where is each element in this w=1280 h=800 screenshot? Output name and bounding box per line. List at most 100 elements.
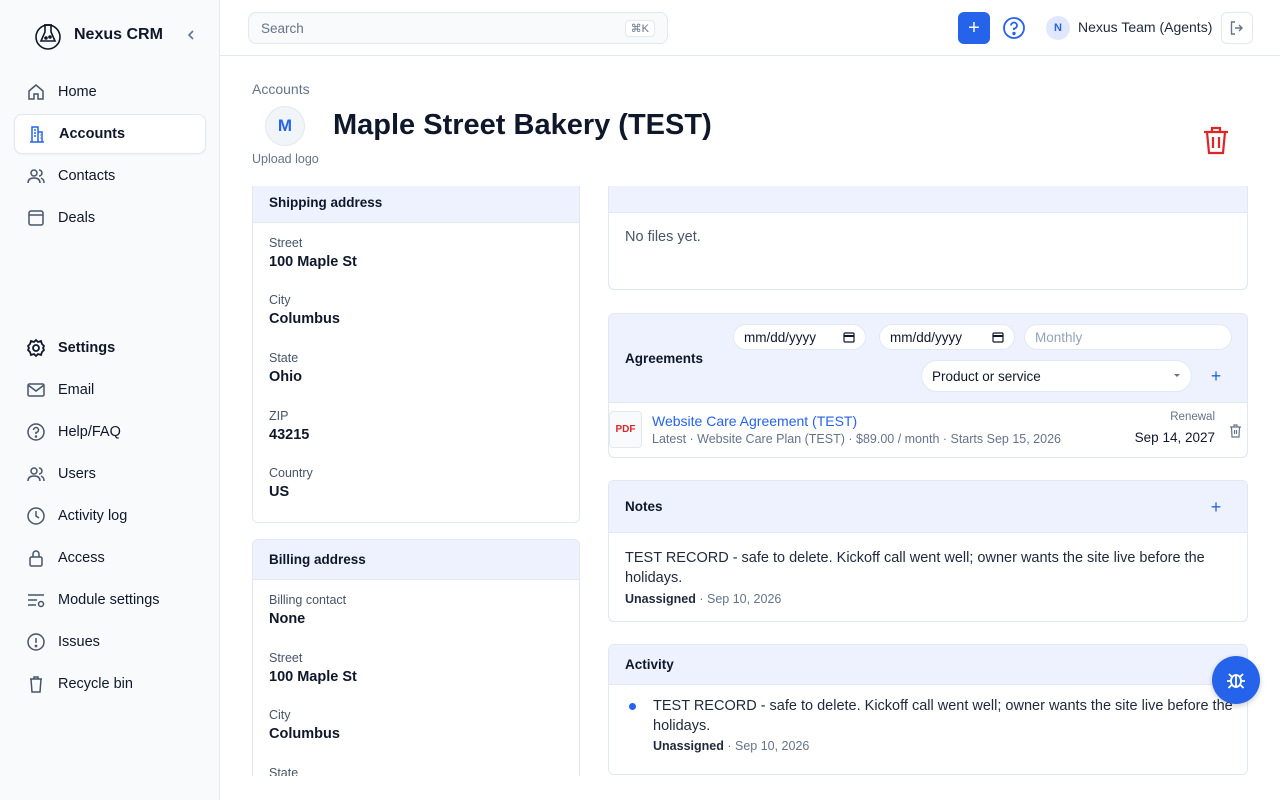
field-label: State (269, 351, 299, 365)
sidebar-item-label: Accounts (59, 126, 126, 142)
logout-button[interactable] (1221, 12, 1253, 44)
note-text: TEST RECORD - safe to delete. Kickoff ca… (625, 550, 1205, 586)
field-value: 100 Maple St (269, 669, 357, 685)
sidebar-item-issues[interactable]: Issues (14, 622, 206, 662)
sidebar-item-module-settings[interactable]: Module settings (14, 580, 206, 620)
search-input[interactable]: Search ⌘K (248, 12, 668, 44)
sidebar-item-label: Home (58, 84, 97, 100)
sidebar-item-label: Access (58, 550, 105, 566)
card-title: Activity (625, 657, 674, 672)
page-title: Maple Street Bakery (TEST) (333, 109, 712, 141)
card-title: Shipping address (269, 195, 383, 210)
card-header: Shipping address (253, 186, 579, 223)
sidebar-item-contacts[interactable]: Contacts (14, 156, 206, 196)
sidebar-item-settings[interactable]: Settings (14, 328, 206, 368)
field-value: Columbus (269, 726, 340, 742)
search-shortcut: ⌘K (624, 19, 655, 37)
user-name[interactable]: Nexus Team (Agents) (1078, 19, 1212, 35)
field-value: Columbus (269, 311, 340, 327)
field-city: City Columbus (269, 708, 340, 742)
deals-icon (26, 208, 46, 228)
report-bug-button[interactable] (1212, 656, 1260, 704)
breadcrumb[interactable]: Accounts (252, 81, 310, 97)
sidebar-item-help[interactable]: Help/FAQ (14, 412, 206, 452)
add-note-button[interactable]: + (1208, 498, 1224, 516)
field-street: Street 100 Maple St (269, 236, 357, 270)
note-author: Unassigned (625, 592, 696, 606)
home-icon (26, 82, 46, 102)
frequency-placeholder: Monthly (1035, 329, 1083, 345)
plus-icon: + (968, 16, 980, 39)
product-select[interactable]: Product or service (921, 360, 1192, 392)
bug-icon (1227, 673, 1245, 689)
sidebar-item-recycle-bin[interactable]: Recycle bin (14, 664, 206, 704)
calendar-icon (843, 332, 855, 343)
sidebar-item-label: Issues (58, 634, 100, 650)
field-state: State (269, 766, 298, 776)
contacts-icon (26, 166, 46, 186)
upload-logo-link[interactable]: Upload logo (252, 152, 319, 166)
card-header: Activity (609, 645, 1247, 685)
main-nav: Home Accounts Contacts Deals (14, 72, 206, 240)
field-value: US (269, 484, 290, 500)
note-date: · Sep 10, 2026 (699, 592, 782, 606)
left-column: Shipping address Street 100 Maple St Cit… (252, 186, 582, 776)
notes-card: Notes + TEST RECORD - safe to delete. Ki… (608, 480, 1248, 622)
activity-dot (629, 703, 636, 710)
search-placeholder: Search (261, 20, 304, 36)
select-value: Product or service (932, 368, 1041, 384)
field-value: None (269, 611, 306, 627)
sidebar-item-accounts[interactable]: Accounts (14, 114, 206, 154)
sidebar-item-deals[interactable]: Deals (14, 198, 206, 238)
date-placeholder: mm/dd/yyyy (744, 329, 817, 345)
delete-agreement-icon[interactable] (1229, 424, 1242, 438)
sidebar-item-activity-log[interactable]: Activity log (14, 496, 206, 536)
field-state: State Ohio (269, 351, 302, 385)
topbar: Search ⌘K + N Nexus Team (Agents) (220, 0, 1280, 56)
start-date-input[interactable]: mm/dd/yyyy (733, 324, 866, 350)
sidebar-item-access[interactable]: Access (14, 538, 206, 578)
right-column: No files yet. Agreements mm/dd/yyyy mm/d… (606, 186, 1252, 780)
agreement-row[interactable]: PDF Website Care Agreement (TEST) Latest… (609, 403, 1247, 457)
delete-account-icon[interactable] (1200, 124, 1232, 156)
frequency-input[interactable]: Monthly (1024, 324, 1232, 350)
flask-logo-icon (35, 24, 61, 50)
help-icon (26, 422, 46, 442)
card-header (609, 186, 1247, 213)
add-agreement-button[interactable]: + (1208, 367, 1224, 385)
card-title: Notes (625, 499, 663, 514)
gear-icon (26, 338, 46, 358)
chevron-down-icon (1174, 374, 1180, 377)
clock-icon (26, 506, 46, 526)
logout-icon (1230, 21, 1243, 35)
activity-text: TEST RECORD - safe to delete. Kickoff ca… (653, 698, 1233, 734)
field-label: Billing contact (269, 593, 347, 607)
field-zip: ZIP 43215 (269, 409, 309, 443)
account-avatar[interactable]: M (265, 106, 305, 146)
files-card: No files yet. (608, 186, 1248, 290)
activity-date: · Sep 10, 2026 (727, 739, 810, 753)
sidebar-item-email[interactable]: Email (14, 370, 206, 410)
quick-add-button[interactable]: + (958, 12, 990, 44)
sidebar-item-label: Email (58, 382, 95, 398)
field-label: State (269, 766, 299, 776)
card-title: Billing address (269, 552, 366, 567)
sidebar-item-label: Users (58, 466, 96, 482)
field-street: Street 100 Maple St (269, 651, 357, 685)
end-date-input[interactable]: mm/dd/yyyy (879, 324, 1015, 350)
brand[interactable]: Nexus CRM (34, 20, 163, 50)
sidebar-item-label: Help/FAQ (58, 424, 121, 440)
alert-icon (26, 632, 46, 652)
sidebar-item-users[interactable]: Users (14, 454, 206, 494)
sidebar-item-home[interactable]: Home (14, 72, 206, 112)
agreement-name-link[interactable]: Website Care Agreement (TEST) (652, 413, 857, 429)
field-value: 100 Maple St (269, 254, 357, 270)
help-button-icon[interactable] (1002, 16, 1026, 40)
settings-nav: Settings Email Help/FAQ Users Activity l… (14, 328, 206, 706)
sidebar-item-label: Deals (58, 210, 96, 226)
sidebar-item-label: Activity log (58, 508, 128, 524)
sidebar-item-label: Recycle bin (58, 676, 133, 692)
shipping-address-card: Shipping address Street 100 Maple St Cit… (252, 186, 580, 523)
collapse-sidebar-icon[interactable] (184, 27, 198, 43)
user-avatar[interactable]: N (1046, 16, 1070, 40)
